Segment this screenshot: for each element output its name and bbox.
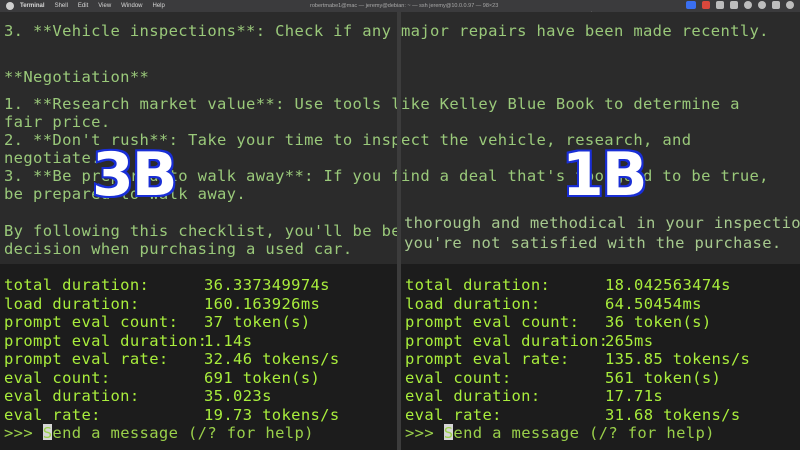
output-line: thorough and methodical in your inspecti… [404, 214, 800, 232]
search-icon[interactable] [758, 1, 766, 9]
stat-key: load duration: [4, 295, 140, 313]
stat-value: 19.73 tokens/s [204, 406, 340, 424]
stat-row: eval count: 691 token(s) [4, 369, 320, 388]
model-size-label-1b: 1B [560, 138, 650, 212]
stat-value: 32.46 tokens/s [204, 350, 340, 368]
stat-row: prompt eval duration: 265ms [405, 332, 653, 351]
output-line: negotiate. [4, 149, 101, 167]
stat-value: 1.14s [204, 332, 253, 350]
stat-key: eval duration: [405, 387, 541, 405]
menu-item-view[interactable]: View [98, 0, 111, 12]
stat-key: prompt eval duration: [4, 332, 208, 350]
stat-key: eval rate: [4, 406, 101, 424]
output-line: you're not satisfied with the purchase. [404, 234, 782, 252]
stat-row: eval count: 561 token(s) [405, 369, 721, 388]
stat-key: prompt eval count: [4, 313, 179, 331]
output-line: decision when purchasing a used car. [4, 240, 353, 258]
screen-record-icon[interactable] [686, 1, 696, 9]
stat-key: total duration: [4, 276, 150, 294]
stat-row: prompt eval rate: 135.85 tokens/s [405, 350, 750, 369]
stat-key: prompt eval count: [405, 313, 580, 331]
message-input[interactable]: Send a message (/? for help) [444, 424, 715, 442]
stat-key: prompt eval duration: [405, 332, 609, 350]
output-line: **Negotiation** [4, 68, 150, 86]
record-stop-icon[interactable] [702, 1, 710, 9]
stat-value: 17.71s [605, 387, 664, 405]
battery-icon[interactable] [730, 1, 738, 9]
stat-row: eval rate: 19.73 tokens/s [4, 406, 339, 425]
menu-bar: Terminal Shell Edit View Window Help rob… [0, 0, 800, 12]
stat-value: 31.68 tokens/s [605, 406, 741, 424]
stat-key: eval count: [405, 369, 512, 387]
stat-value: 36 token(s) [605, 313, 712, 331]
stat-row: prompt eval count: 36 token(s) [405, 313, 711, 332]
stat-value: 64.50454ms [605, 295, 702, 313]
stat-value: 37 token(s) [204, 313, 311, 331]
stat-row: total duration: 18.042563474s [405, 276, 731, 295]
stat-value: 160.163926ms [204, 295, 321, 313]
stat-key: prompt eval rate: [405, 350, 570, 368]
app-status-icon[interactable] [716, 1, 724, 9]
output-line: 3. **Vehicle inspections**: Check if any… [4, 22, 769, 40]
stat-value: 691 token(s) [204, 369, 321, 387]
stat-value: 18.042563474s [605, 276, 731, 294]
stat-row: load duration: 64.50454ms [405, 295, 701, 314]
stat-key: eval count: [4, 369, 111, 387]
message-input[interactable]: Send a message (/? for help) [43, 424, 314, 442]
prompt-symbol: >>> [4, 424, 43, 442]
wifi-icon[interactable] [744, 1, 752, 9]
stat-key: load duration: [405, 295, 541, 313]
stat-value: 265ms [605, 332, 654, 350]
control-center-icon[interactable] [772, 1, 780, 9]
apple-icon[interactable] [6, 2, 14, 10]
output-line: fair price. [4, 113, 111, 131]
stat-key: total duration: [405, 276, 551, 294]
stat-row: total duration: 36.337349974s [4, 276, 330, 295]
window-title: robertmabe1@mac — jeremy@debian: ~ — ssh… [310, 3, 499, 9]
stat-row: load duration: 160.163926ms [4, 295, 320, 314]
menu-item-edit[interactable]: Edit [78, 0, 88, 12]
right-pane-output-tail: thorough and methodical in your inspecti… [402, 214, 800, 264]
prompt-line[interactable]: >>> Send a message (/? for help) [405, 424, 715, 443]
stat-key: prompt eval rate: [4, 350, 169, 368]
menu-item-shell[interactable]: Shell [55, 0, 68, 12]
stat-value: 561 token(s) [605, 369, 722, 387]
stat-key: eval duration: [4, 387, 140, 405]
prompt-symbol: >>> [405, 424, 444, 442]
stat-row: prompt eval rate: 32.46 tokens/s [4, 350, 339, 369]
output-line: 1. **Research market value**: Use tools … [4, 95, 740, 113]
stat-value: 135.85 tokens/s [605, 350, 751, 368]
output-line: By following this checklist, you'll be b… [4, 222, 440, 240]
right-terminal-pane[interactable]: total duration: 18.042563474s load durati… [401, 264, 800, 450]
menu-item-help[interactable]: Help [153, 0, 165, 12]
stat-row: eval rate: 31.68 tokens/s [405, 406, 740, 425]
left-terminal-pane[interactable]: total duration: 36.337349974s load durati… [0, 264, 397, 450]
stat-value: 35.023s [204, 387, 272, 405]
menu-item-window[interactable]: Window [121, 0, 142, 12]
model-size-label-3b: 3B [90, 138, 180, 212]
stat-key: eval rate: [405, 406, 502, 424]
stat-row: eval duration: 35.023s [4, 387, 271, 406]
stat-value: 36.337349974s [204, 276, 330, 294]
stat-row: prompt eval duration: 1.14s [4, 332, 252, 351]
status-area [686, 1, 794, 9]
siri-icon[interactable] [786, 1, 794, 9]
menu-app-name[interactable]: Terminal [20, 0, 45, 12]
stat-row: prompt eval count: 37 token(s) [4, 313, 310, 332]
stat-row: eval duration: 17.71s [405, 387, 663, 406]
prompt-line[interactable]: >>> Send a message (/? for help) [4, 424, 314, 443]
